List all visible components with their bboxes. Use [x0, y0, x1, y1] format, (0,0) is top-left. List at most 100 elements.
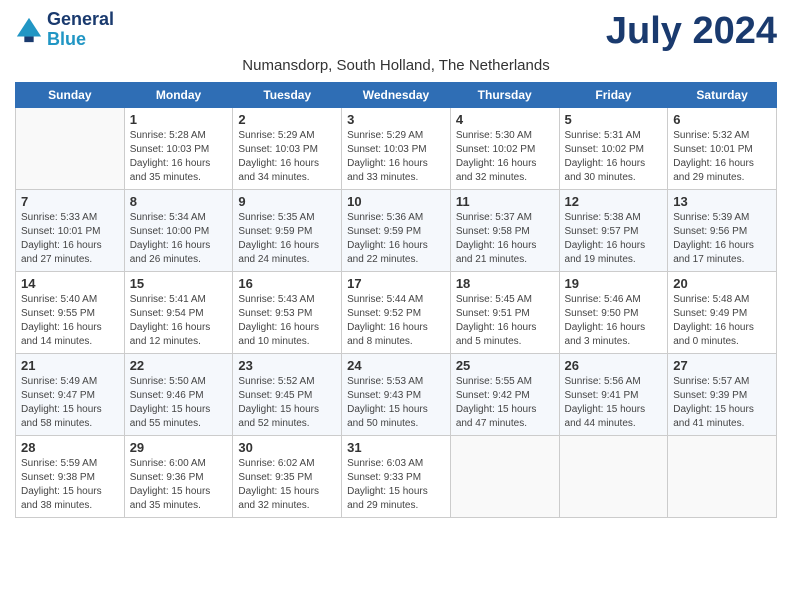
calendar-day-cell: 14Sunrise: 5:40 AM Sunset: 9:55 PM Dayli…: [16, 272, 125, 354]
calendar-day-cell: 22Sunrise: 5:50 AM Sunset: 9:46 PM Dayli…: [124, 354, 233, 436]
day-info: Sunrise: 5:34 AM Sunset: 10:00 PM Daylig…: [130, 211, 228, 267]
weekday-header-cell: Sunday: [16, 83, 125, 108]
logo-text: General Blue: [47, 10, 114, 50]
day-number: 9: [238, 194, 336, 209]
day-info: Sunrise: 5:55 AM Sunset: 9:42 PM Dayligh…: [456, 375, 554, 431]
logo-icon: [15, 16, 43, 44]
day-number: 29: [130, 440, 228, 455]
day-info: Sunrise: 5:35 AM Sunset: 9:59 PM Dayligh…: [238, 211, 336, 267]
calendar-day-cell: 31 Sunrise: 6:03 AM Sunset: 9:33 PM Dayli…: [342, 436, 451, 518]
calendar-day-cell: 19 Sunrise: 5:46 AM Sunset: 9:50 PM Dayli…: [559, 272, 668, 354]
weekday-header-cell: Saturday: [668, 83, 777, 108]
day-info: Sunrise: 6:03 AM Sunset: 9:33 PM Dayligh…: [347, 457, 445, 513]
weekday-header-row: SundayMondayTuesdayWednesdayThursdayFrid…: [16, 83, 777, 108]
day-info: Sunrise: 5:59 AM Sunset: 9:38 PM Dayligh…: [21, 457, 119, 513]
day-number: 18: [456, 276, 554, 291]
day-info: Sunrise: 5:29 AM Sunset: 10:03 PM Daylig…: [238, 129, 336, 185]
calendar-day-cell: 28 Sunrise: 5:59 AM Sunset: 9:38 PM Dayli…: [16, 436, 125, 518]
weekday-header-cell: Thursday: [450, 83, 559, 108]
calendar-day-cell: [559, 436, 668, 518]
calendar-week-row: 28 Sunrise: 5:59 AM Sunset: 9:38 PM Dayli…: [16, 436, 777, 518]
calendar-day-cell: 17 Sunrise: 5:44 AM Sunset: 9:52 PM Dayli…: [342, 272, 451, 354]
weekday-header-cell: Wednesday: [342, 83, 451, 108]
day-info: Sunrise: 5:44 AM Sunset: 9:52 PM Dayligh…: [347, 293, 445, 349]
calendar-day-cell: 6Sunrise: 5:32 AM Sunset: 10:01 PM Dayli…: [668, 108, 777, 190]
calendar-day-cell: 23 Sunrise: 5:52 AM Sunset: 9:45 PM Dayli…: [233, 354, 342, 436]
day-info: Sunrise: 5:57 AM Sunset: 9:39 PM Dayligh…: [673, 375, 771, 431]
calendar-day-cell: 15 Sunrise: 5:41 AM Sunset: 9:54 PM Dayli…: [124, 272, 233, 354]
calendar-day-cell: 27 Sunrise: 5:57 AM Sunset: 9:39 PM Dayli…: [668, 354, 777, 436]
calendar-day-cell: 1 Sunrise: 5:28 AM Sunset: 10:03 PM Dayli…: [124, 108, 233, 190]
calendar-day-cell: 9 Sunrise: 5:35 AM Sunset: 9:59 PM Daylig…: [233, 190, 342, 272]
day-number: 5: [565, 112, 663, 127]
calendar-day-cell: 3 Sunrise: 5:29 AM Sunset: 10:03 PM Dayli…: [342, 108, 451, 190]
calendar-week-row: 7Sunrise: 5:33 AM Sunset: 10:01 PM Dayli…: [16, 190, 777, 272]
day-number: 30: [238, 440, 336, 455]
day-info: Sunrise: 5:31 AM Sunset: 10:02 PM Daylig…: [565, 129, 663, 185]
day-number: 8: [130, 194, 228, 209]
day-number: 23: [238, 358, 336, 373]
page-header: General Blue July 2024: [15, 10, 777, 53]
day-info: Sunrise: 5:28 AM Sunset: 10:03 PM Daylig…: [130, 129, 228, 185]
calendar-day-cell: [668, 436, 777, 518]
calendar-day-cell: 13 Sunrise: 5:39 AM Sunset: 9:56 PM Dayli…: [668, 190, 777, 272]
weekday-header-cell: Tuesday: [233, 83, 342, 108]
calendar-day-cell: 12 Sunrise: 5:38 AM Sunset: 9:57 PM Dayli…: [559, 190, 668, 272]
calendar-day-cell: 8 Sunrise: 5:34 AM Sunset: 10:00 PM Dayli…: [124, 190, 233, 272]
day-number: 20: [673, 276, 771, 291]
day-info: Sunrise: 5:30 AM Sunset: 10:02 PM Daylig…: [456, 129, 554, 185]
day-info: Sunrise: 6:02 AM Sunset: 9:35 PM Dayligh…: [238, 457, 336, 513]
day-number: 28: [21, 440, 119, 455]
day-info: Sunrise: 5:39 AM Sunset: 9:56 PM Dayligh…: [673, 211, 771, 267]
day-number: 11: [456, 194, 554, 209]
weekday-header-cell: Friday: [559, 83, 668, 108]
day-info: Sunrise: 5:41 AM Sunset: 9:54 PM Dayligh…: [130, 293, 228, 349]
calendar-day-cell: 26 Sunrise: 5:56 AM Sunset: 9:41 PM Dayli…: [559, 354, 668, 436]
calendar-day-cell: 11 Sunrise: 5:37 AM Sunset: 9:58 PM Dayli…: [450, 190, 559, 272]
calendar-day-cell: 7Sunrise: 5:33 AM Sunset: 10:01 PM Dayli…: [16, 190, 125, 272]
weekday-header-cell: Monday: [124, 83, 233, 108]
month-title: July 2024: [606, 10, 777, 53]
calendar-day-cell: [450, 436, 559, 518]
calendar-week-row: 21 Sunrise: 5:49 AM Sunset: 9:47 PM Dayli…: [16, 354, 777, 436]
day-number: 21: [21, 358, 119, 373]
day-info: Sunrise: 5:52 AM Sunset: 9:45 PM Dayligh…: [238, 375, 336, 431]
day-number: 2: [238, 112, 336, 127]
day-number: 7: [21, 194, 119, 209]
calendar-day-cell: 18 Sunrise: 5:45 AM Sunset: 9:51 PM Dayli…: [450, 272, 559, 354]
day-number: 19: [565, 276, 663, 291]
day-info: Sunrise: 5:38 AM Sunset: 9:57 PM Dayligh…: [565, 211, 663, 267]
day-number: 27: [673, 358, 771, 373]
logo: General Blue: [15, 10, 114, 50]
calendar-day-cell: 29 Sunrise: 6:00 AM Sunset: 9:36 PM Dayli…: [124, 436, 233, 518]
day-number: 1: [130, 112, 228, 127]
day-number: 15: [130, 276, 228, 291]
day-info: Sunrise: 5:45 AM Sunset: 9:51 PM Dayligh…: [456, 293, 554, 349]
calendar-day-cell: 10 Sunrise: 5:36 AM Sunset: 9:59 PM Dayli…: [342, 190, 451, 272]
calendar-day-cell: 4 Sunrise: 5:30 AM Sunset: 10:02 PM Dayli…: [450, 108, 559, 190]
day-info: Sunrise: 5:48 AM Sunset: 9:49 PM Dayligh…: [673, 293, 771, 349]
day-info: Sunrise: 5:50 AM Sunset: 9:46 PM Dayligh…: [130, 375, 228, 431]
day-number: 3: [347, 112, 445, 127]
day-info: Sunrise: 5:49 AM Sunset: 9:47 PM Dayligh…: [21, 375, 119, 431]
calendar-day-cell: 25Sunrise: 5:55 AM Sunset: 9:42 PM Dayli…: [450, 354, 559, 436]
day-number: 31: [347, 440, 445, 455]
day-number: 26: [565, 358, 663, 373]
calendar-day-cell: 24Sunrise: 5:53 AM Sunset: 9:43 PM Dayli…: [342, 354, 451, 436]
day-number: 10: [347, 194, 445, 209]
day-number: 17: [347, 276, 445, 291]
day-info: Sunrise: 5:46 AM Sunset: 9:50 PM Dayligh…: [565, 293, 663, 349]
calendar-body: 1 Sunrise: 5:28 AM Sunset: 10:03 PM Dayli…: [16, 108, 777, 518]
day-number: 13: [673, 194, 771, 209]
day-info: Sunrise: 5:56 AM Sunset: 9:41 PM Dayligh…: [565, 375, 663, 431]
day-number: 12: [565, 194, 663, 209]
day-info: Sunrise: 5:36 AM Sunset: 9:59 PM Dayligh…: [347, 211, 445, 267]
day-number: 14: [21, 276, 119, 291]
day-info: Sunrise: 6:00 AM Sunset: 9:36 PM Dayligh…: [130, 457, 228, 513]
day-number: 4: [456, 112, 554, 127]
day-info: Sunrise: 5:29 AM Sunset: 10:03 PM Daylig…: [347, 129, 445, 185]
day-info: Sunrise: 5:43 AM Sunset: 9:53 PM Dayligh…: [238, 293, 336, 349]
calendar-table: SundayMondayTuesdayWednesdayThursdayFrid…: [15, 82, 777, 518]
calendar-week-row: 14Sunrise: 5:40 AM Sunset: 9:55 PM Dayli…: [16, 272, 777, 354]
day-info: Sunrise: 5:37 AM Sunset: 9:58 PM Dayligh…: [456, 211, 554, 267]
